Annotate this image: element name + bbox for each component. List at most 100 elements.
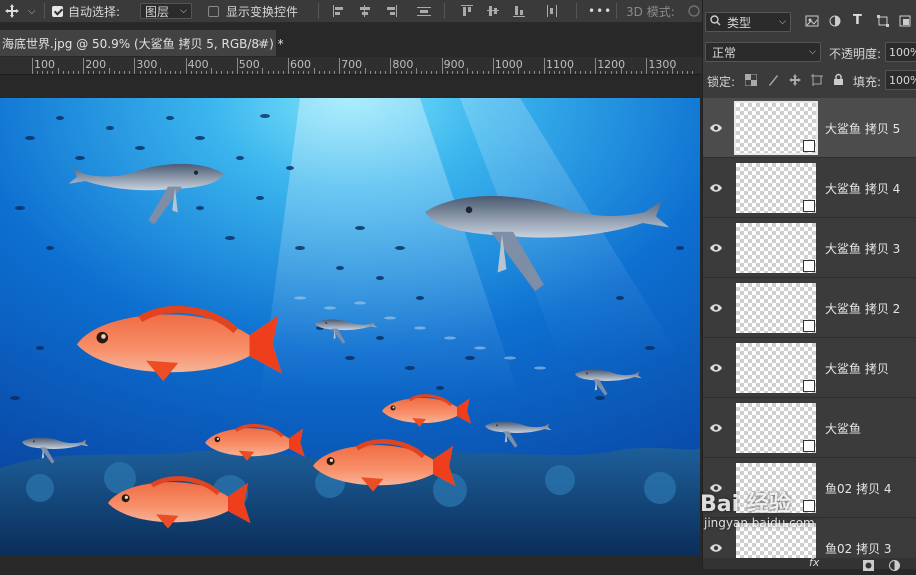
ruler-minor-tick: [564, 71, 566, 74]
ruler-minor-tick: [231, 71, 233, 74]
distribute-vertical-icon[interactable]: [544, 0, 560, 22]
tool-preset-chevron-icon[interactable]: ⌵: [28, 0, 36, 22]
layer-row[interactable]: 鱼02 拷贝 4: [703, 458, 916, 518]
visibility-eye-icon[interactable]: [709, 300, 723, 314]
ruler-minor-tick: [559, 71, 561, 74]
ruler-minor-tick: [98, 71, 100, 74]
ruler-minor-tick: [446, 71, 448, 74]
lock-row: 锁定: 填充: 100%: [703, 70, 916, 92]
ruler-minor-tick: [584, 71, 586, 74]
smart-object-badge-icon: [803, 320, 815, 332]
align-right-icon[interactable]: [384, 0, 398, 22]
close-tab-icon[interactable]: ×: [257, 36, 266, 49]
divider: [318, 3, 319, 19]
filter-pixel-icon[interactable]: [805, 15, 819, 30]
align-top-icon[interactable]: [460, 0, 474, 22]
ruler-minor-tick: [661, 71, 663, 74]
adjustment-layer-icon[interactable]: [889, 556, 900, 575]
visibility-eye-icon[interactable]: [709, 480, 723, 494]
ruler-minor-tick: [52, 71, 54, 74]
lock-image-icon[interactable]: [767, 74, 779, 89]
ruler-minor-tick: [405, 71, 407, 74]
layer-row[interactable]: 大鲨鱼 拷贝 2: [703, 278, 916, 338]
ruler-minor-tick: [42, 71, 44, 74]
lock-label: 锁定:: [707, 75, 736, 89]
ruler-minor-tick: [170, 71, 172, 74]
layer-thumbnail: [736, 343, 816, 393]
add-layer-style-button[interactable]: fx: [809, 556, 819, 569]
ruler-minor-tick: [72, 71, 74, 74]
layer-row[interactable]: 鱼02 拷贝 3: [703, 518, 916, 558]
blend-mode-dropdown[interactable]: 正常 ⌵: [705, 42, 821, 62]
visibility-eye-icon[interactable]: [709, 120, 723, 134]
visibility-eye-icon[interactable]: [709, 240, 723, 254]
visibility-eye-icon[interactable]: [709, 420, 723, 434]
ruler-minor-tick: [144, 71, 146, 74]
layer-thumbnail: [736, 283, 816, 333]
layer-row[interactable]: 大鲨鱼 拷贝 4: [703, 158, 916, 218]
layer-row[interactable]: 大鲨鱼 拷贝 5: [703, 98, 916, 158]
ruler-minor-tick: [436, 71, 438, 74]
ruler-tick-label: 900: [443, 58, 465, 71]
ruler-minor-tick: [682, 71, 684, 74]
document-tab[interactable]: 海底世界.jpg @ 50.9% (大鲨鱼 拷贝 5, RGB/8#) * ×: [0, 30, 284, 56]
document-canvas[interactable]: [0, 98, 700, 556]
filter-shape-icon[interactable]: [877, 15, 889, 30]
auto-select-checkbox[interactable]: [52, 0, 63, 22]
ruler-minor-tick: [103, 71, 105, 74]
add-mask-icon[interactable]: [863, 556, 874, 575]
distribute-icon[interactable]: [416, 0, 432, 22]
opacity-input[interactable]: 100%: [885, 42, 916, 62]
layer-row[interactable]: 大鲨鱼 拷贝 3: [703, 218, 916, 278]
ruler-minor-tick: [293, 71, 295, 74]
visibility-eye-icon[interactable]: [709, 540, 723, 554]
ruler-minor-tick: [569, 68, 571, 74]
ruler-tick: [236, 58, 238, 74]
filter-smart-object-icon[interactable]: [899, 15, 911, 30]
align-bottom-icon[interactable]: [512, 0, 526, 22]
lock-transparent-icon[interactable]: [744, 73, 758, 89]
ruler-minor-tick: [421, 71, 423, 74]
layer-row[interactable]: 大鲨鱼 拷贝: [703, 338, 916, 398]
layer-filter-dropdown[interactable]: 类型 ⌵: [705, 12, 791, 32]
ruler-minor-tick: [610, 71, 612, 74]
align-left-icon[interactable]: [332, 0, 346, 22]
ruler-minor-tick: [523, 71, 525, 74]
3d-mode-label: 3D 模式:: [626, 4, 675, 19]
ruler-minor-tick: [687, 71, 689, 74]
visibility-eye-icon[interactable]: [709, 180, 723, 194]
ruler-minor-tick: [472, 71, 474, 74]
layer-name: 大鲨鱼 拷贝 4: [825, 182, 901, 196]
smart-object-badge-icon: [803, 200, 815, 212]
auto-select-target-dropdown[interactable]: 图层 ⌵: [140, 3, 192, 19]
ruler-minor-tick: [579, 71, 581, 74]
ruler-minor-tick: [590, 71, 592, 74]
ruler-minor-tick: [303, 71, 305, 74]
ruler-minor-tick: [216, 71, 218, 74]
ruler-minor-tick: [195, 71, 197, 74]
layer-thumbnail: [736, 223, 816, 273]
show-transform-checkbox[interactable]: [208, 0, 219, 22]
move-tool-icon[interactable]: [4, 0, 20, 22]
divider: [444, 3, 445, 19]
lock-all-icon[interactable]: [833, 73, 844, 89]
3d-orbit-icon[interactable]: [688, 0, 700, 22]
filter-adjustment-icon[interactable]: [829, 15, 841, 30]
align-center-icon[interactable]: [358, 0, 372, 22]
ruler-minor-tick: [154, 71, 156, 74]
ruler-tick: [134, 58, 136, 74]
ruler-minor-tick: [462, 71, 464, 74]
layer-filter-row: 类型 ⌵ T: [703, 12, 916, 34]
lock-artboard-icon[interactable]: [811, 74, 823, 89]
visibility-eye-icon[interactable]: [709, 360, 723, 374]
lock-position-icon[interactable]: [789, 74, 801, 89]
more-options-button[interactable]: •••: [588, 0, 612, 22]
filter-type-icon[interactable]: T: [853, 13, 862, 28]
align-middle-icon[interactable]: [486, 0, 500, 22]
ruler-minor-tick: [672, 68, 673, 74]
layer-row[interactable]: 大鲨鱼: [703, 398, 916, 458]
ruler-minor-tick: [533, 71, 535, 74]
fill-input[interactable]: 100%: [885, 70, 916, 90]
auto-select-label: 自动选择:: [68, 4, 121, 19]
ruler-minor-tick: [262, 68, 264, 74]
